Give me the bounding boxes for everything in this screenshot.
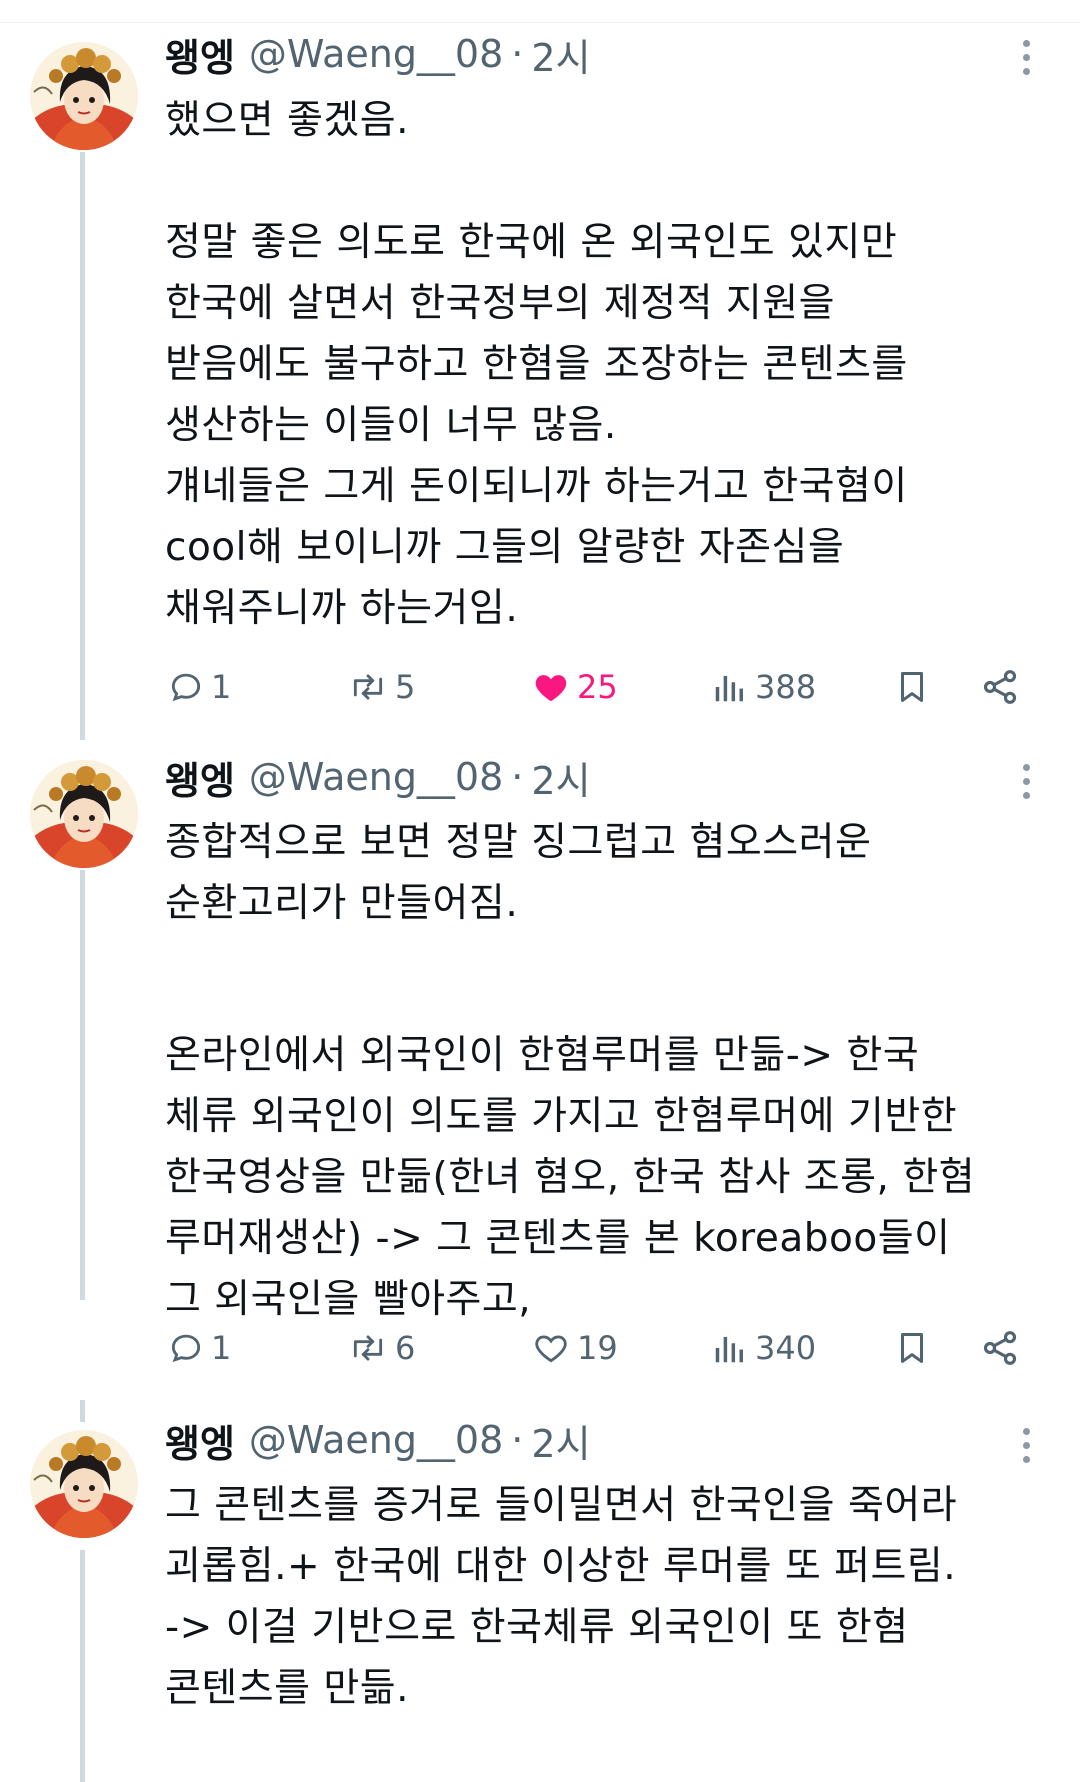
thread-line <box>80 152 85 720</box>
tweet-1[interactable]: 왱엥 @Waeng__08 · 2시 했으면 좋겠음. 정말 좋은 의도로 한국… <box>0 0 1080 720</box>
heart-icon <box>535 1335 567 1363</box>
tweet-line: 정말 좋은 의도로 한국에 온 외국인도 있지만 <box>165 220 898 265</box>
tweet-line: 종합적으로 보면 정말 징그럽고 혐오스러운 <box>165 820 872 865</box>
avatar[interactable] <box>30 1430 138 1538</box>
tweet-line: 한국에 살면서 한국정부의 제정적 지원을 <box>165 281 836 326</box>
author-handle[interactable]: @Waeng__08 <box>249 1418 503 1462</box>
timestamp[interactable]: 2시 <box>531 750 590 805</box>
tweet-line: 한국영상을 만듦(한녀 혐오, 한국 참사 조롱, 한혐 <box>165 1155 976 1200</box>
tweet-text: 했으면 좋겠음. 정말 좋은 의도로 한국에 온 외국인도 있지만 한국에 살면… <box>165 90 1065 639</box>
thread-line <box>80 1400 85 1422</box>
tweet-header: 왱엥 @Waeng__08 · 2시 <box>165 1410 591 1470</box>
tweet-2[interactable]: 왱엥 @Waeng__08 · 2시 종합적으로 보면 정말 징그럽고 혐오스러… <box>0 720 1080 1322</box>
timestamp[interactable]: 2시 <box>531 27 590 82</box>
action-bar <box>165 644 1045 694</box>
bar-chart-icon <box>715 1336 743 1363</box>
tweet-line: 순환고리가 만들어짐. <box>165 881 519 926</box>
tweet-line: 그 외국인을 빨아주고, <box>165 1277 532 1322</box>
like-count: 19 <box>577 1329 618 1367</box>
share-nodes-icon <box>983 1331 1017 1365</box>
tweet-text: 그 콘텐츠를 증거로 들이밀면서 한국인을 죽어라 괴롭힘.+ 한국에 대한 이… <box>165 1475 1065 1719</box>
tweet-line: 받음에도 불구하고 한혐을 조장하는 콘텐츠를 <box>165 342 908 387</box>
author-name[interactable]: 왱엥 <box>165 750 235 805</box>
views-button[interactable]: 340 <box>711 1323 816 1373</box>
more-dots-icon[interactable] <box>1016 1420 1036 1470</box>
tweet-line: 그 콘텐츠를 증거로 들이밀면서 한국인을 죽어라 <box>165 1483 958 1528</box>
views-count: 340 <box>755 1329 817 1367</box>
tweet-line <box>165 151 1065 212</box>
author-name[interactable]: 왱엥 <box>165 1413 235 1468</box>
repost-count: 6 <box>395 1329 416 1367</box>
thread-line <box>80 720 85 740</box>
tweet-line: cool해 보이니까 그들의 알량한 자존심을 <box>165 525 845 570</box>
avatar[interactable] <box>30 760 138 868</box>
author-handle[interactable]: @Waeng__08 <box>249 32 503 76</box>
speech-bubble-icon <box>171 1334 201 1363</box>
like-button[interactable]: 19 <box>531 1323 618 1373</box>
author-handle[interactable]: @Waeng__08 <box>249 755 503 799</box>
share-button[interactable] <box>980 1323 1026 1373</box>
tweet-line: 체류 외국인이 의도를 가지고 한혐루머에 기반한 <box>165 1094 958 1139</box>
separator: · <box>511 755 524 799</box>
thread-line <box>80 870 85 1300</box>
tweet-line: -> 이걸 기반으로 한국체류 외국인이 또 한혐 <box>165 1605 909 1650</box>
repost-button[interactable]: 6 <box>347 1323 415 1373</box>
repost-arrows-icon <box>353 1335 383 1361</box>
bookmark-icon <box>900 1333 924 1363</box>
author-name[interactable]: 왱엥 <box>165 27 235 82</box>
timestamp[interactable]: 2시 <box>531 1413 590 1468</box>
tweet-line: 생산하는 이들이 너무 많음. <box>165 403 617 448</box>
thread-line <box>80 1550 85 1782</box>
bookmark-button[interactable] <box>893 1323 937 1373</box>
tweet-line: 루머재생산) -> 그 콘텐츠를 본 koreaboo들이 <box>165 1216 951 1261</box>
action-bar: 1 6 19 340 <box>165 1323 1045 1373</box>
separator: · <box>511 32 524 76</box>
more-dots-icon[interactable] <box>1016 32 1036 82</box>
tweet-text: 종합적으로 보면 정말 징그럽고 혐오스러운 순환고리가 만들어짐. 온라인에서… <box>165 812 1065 1330</box>
tweet-line: 온라인에서 외국인이 한혐루머를 만듦-> 한국 <box>165 1033 920 1078</box>
tweet-header: 왱엥 @Waeng__08 · 2시 <box>165 24 591 84</box>
tweet-line: 채워주니까 하는거임. <box>165 586 519 631</box>
tweet-header: 왱엥 @Waeng__08 · 2시 <box>165 747 591 807</box>
tweet-line: 걔네들은 그게 돈이되니까 하는거고 한국혐이 <box>165 464 908 509</box>
tweet-line: 괴롭힘.+ 한국에 대한 이상한 루머를 또 퍼트림. <box>165 1544 957 1589</box>
tweet-line <box>165 934 1065 1025</box>
tweet-line: 했으면 좋겠음. <box>165 98 410 143</box>
reply-button[interactable]: 1 <box>167 1323 231 1373</box>
more-dots-icon[interactable] <box>1016 756 1036 806</box>
tweet-3[interactable]: 왱엥 @Waeng__08 · 2시 그 콘텐츠를 증거로 들이밀면서 한국인을… <box>0 1400 1080 1782</box>
separator: · <box>511 1418 524 1462</box>
avatar[interactable] <box>30 42 138 150</box>
tweet-line: 콘텐츠를 만듦. <box>165 1666 410 1711</box>
reply-count: 1 <box>211 1329 232 1367</box>
